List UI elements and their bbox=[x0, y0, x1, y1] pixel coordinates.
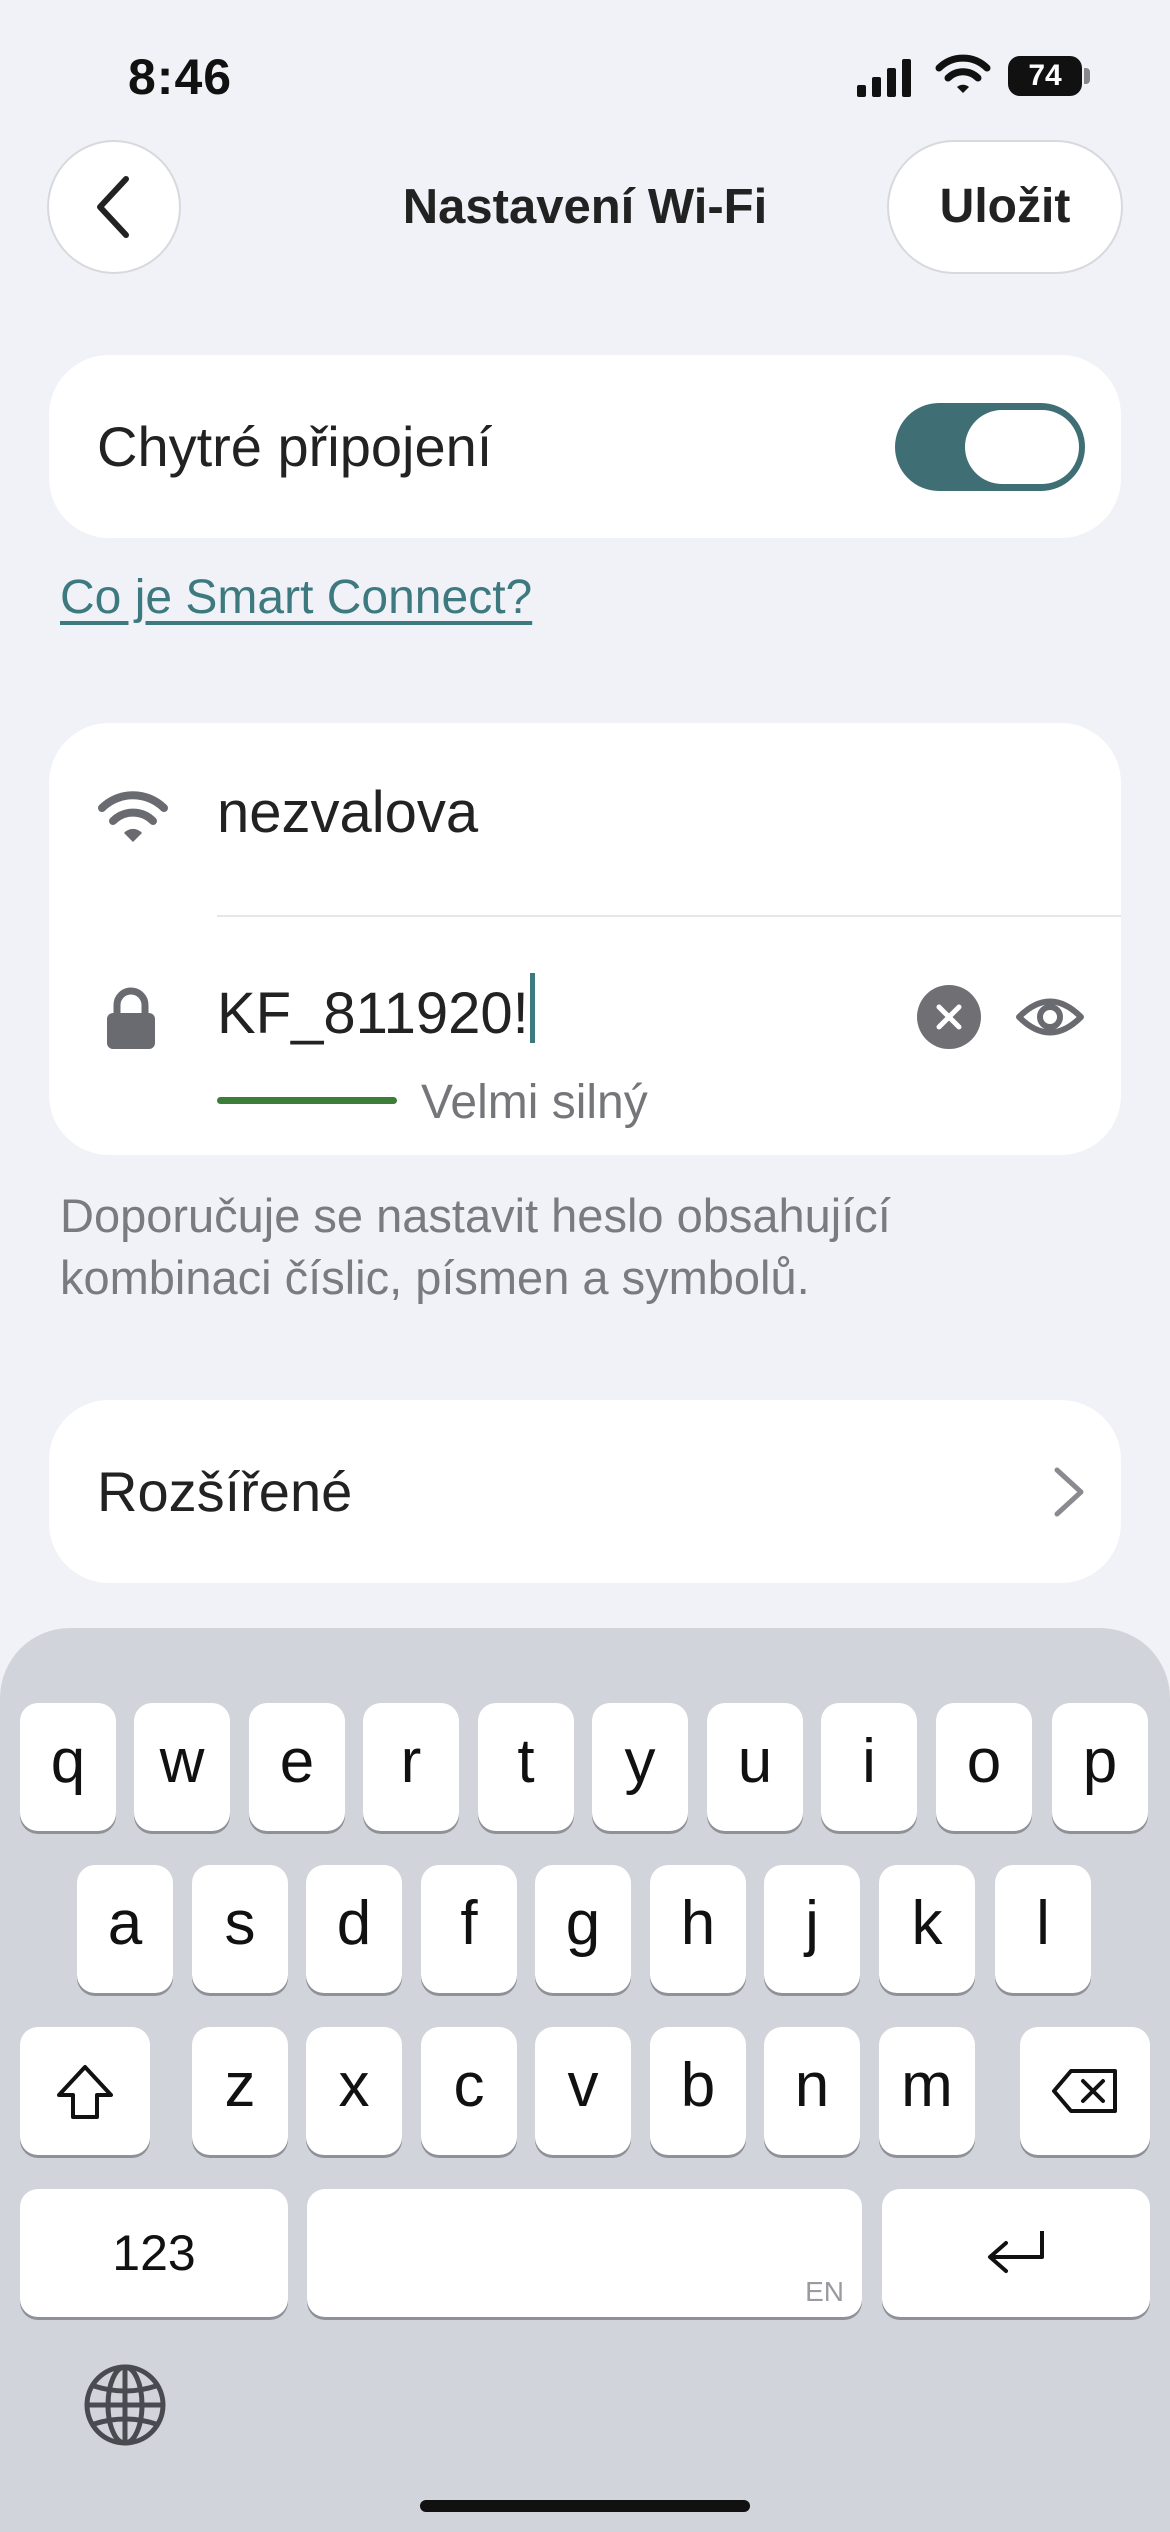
backspace-icon bbox=[1052, 2069, 1117, 2113]
wifi-settings-screen: 8:46 74 Nastavení Wi-Fi Uložit Chytré př… bbox=[0, 0, 1170, 2532]
wifi-status-icon bbox=[935, 54, 991, 93]
clear-password-button[interactable] bbox=[917, 985, 981, 1049]
status-bar: 8:46 74 bbox=[0, 0, 1170, 150]
shift-icon bbox=[57, 2065, 113, 2119]
advanced-settings-row[interactable]: Rozšířené bbox=[49, 1400, 1121, 1583]
field-divider bbox=[217, 915, 1121, 917]
key-d[interactable]: d bbox=[306, 1865, 402, 1993]
key-k[interactable]: k bbox=[879, 1865, 975, 1993]
key-c[interactable]: c bbox=[421, 2027, 517, 2155]
wifi-icon bbox=[98, 791, 168, 842]
status-time: 8:46 bbox=[128, 49, 233, 105]
on-screen-keyboard: q w e r t y u i o p a s d f g h j k l z … bbox=[0, 1628, 1170, 2532]
password-strength-bar bbox=[217, 1097, 397, 1104]
lock-icon bbox=[107, 987, 155, 1049]
key-o[interactable]: o bbox=[936, 1703, 1032, 1831]
key-u[interactable]: u bbox=[707, 1703, 803, 1831]
key-z[interactable]: z bbox=[192, 2027, 288, 2155]
key-m[interactable]: m bbox=[879, 2027, 975, 2155]
password-field[interactable]: KF_811920! bbox=[217, 973, 535, 1054]
battery-level: 74 bbox=[1028, 59, 1062, 92]
battery-icon: 74 bbox=[1008, 56, 1090, 98]
password-strength-label: Velmi silný bbox=[421, 1076, 648, 1129]
numbers-key[interactable]: 123 bbox=[20, 2189, 288, 2317]
key-a[interactable]: a bbox=[77, 1865, 173, 1993]
key-h[interactable]: h bbox=[650, 1865, 746, 1993]
space-key[interactable]: EN bbox=[307, 2189, 862, 2317]
chevron-right-icon bbox=[1054, 1467, 1084, 1517]
return-key[interactable] bbox=[882, 2189, 1150, 2317]
save-button[interactable]: Uložit bbox=[887, 140, 1123, 274]
key-j[interactable]: j bbox=[764, 1865, 860, 1993]
nav-header: Nastavení Wi-Fi Uložit bbox=[0, 140, 1170, 276]
back-button[interactable] bbox=[47, 140, 181, 274]
key-e[interactable]: e bbox=[249, 1703, 345, 1831]
chevron-left-icon bbox=[97, 176, 129, 238]
key-f[interactable]: f bbox=[421, 1865, 517, 1993]
delete-key[interactable] bbox=[1020, 2027, 1150, 2155]
key-n[interactable]: n bbox=[764, 2027, 860, 2155]
key-g[interactable]: g bbox=[535, 1865, 631, 1993]
eye-icon bbox=[1016, 998, 1084, 1036]
key-s[interactable]: s bbox=[192, 1865, 288, 1993]
password-hint: Doporučuje se nastavit heslo obsahující … bbox=[60, 1189, 891, 1304]
smart-connect-help-link[interactable]: Co je Smart Connect? bbox=[60, 570, 532, 625]
globe-icon[interactable] bbox=[80, 2360, 170, 2450]
key-i[interactable]: i bbox=[821, 1703, 917, 1831]
smart-connect-card: Chytré připojení bbox=[49, 355, 1121, 538]
advanced-label: Rozšířené bbox=[97, 1460, 353, 1523]
return-icon bbox=[988, 2231, 1044, 2273]
shift-key[interactable] bbox=[20, 2027, 150, 2155]
key-y[interactable]: y bbox=[592, 1703, 688, 1831]
key-w[interactable]: w bbox=[134, 1703, 230, 1831]
text-caret bbox=[529, 973, 535, 1043]
smart-connect-label: Chytré připojení bbox=[97, 415, 493, 478]
password-value: KF_811920! bbox=[217, 981, 529, 1046]
key-x[interactable]: x bbox=[306, 2027, 402, 2155]
smart-connect-toggle[interactable] bbox=[895, 403, 1085, 491]
key-t[interactable]: t bbox=[478, 1703, 574, 1831]
key-p[interactable]: p bbox=[1052, 1703, 1148, 1831]
wifi-credentials-card: nezvalova KF_811920! Velmi silný bbox=[49, 723, 1121, 1155]
show-password-button[interactable] bbox=[1015, 985, 1085, 1049]
key-v[interactable]: v bbox=[535, 2027, 631, 2155]
clear-icon bbox=[936, 1004, 962, 1030]
key-l[interactable]: l bbox=[995, 1865, 1091, 1993]
keyboard-language-label: EN bbox=[805, 2276, 844, 2307]
toggle-knob bbox=[965, 410, 1079, 484]
key-r[interactable]: r bbox=[363, 1703, 459, 1831]
home-indicator[interactable] bbox=[420, 2500, 750, 2512]
ssid-field[interactable]: nezvalova bbox=[217, 773, 478, 853]
cellular-signal-icon bbox=[857, 59, 911, 97]
key-q[interactable]: q bbox=[20, 1703, 116, 1831]
key-b[interactable]: b bbox=[650, 2027, 746, 2155]
